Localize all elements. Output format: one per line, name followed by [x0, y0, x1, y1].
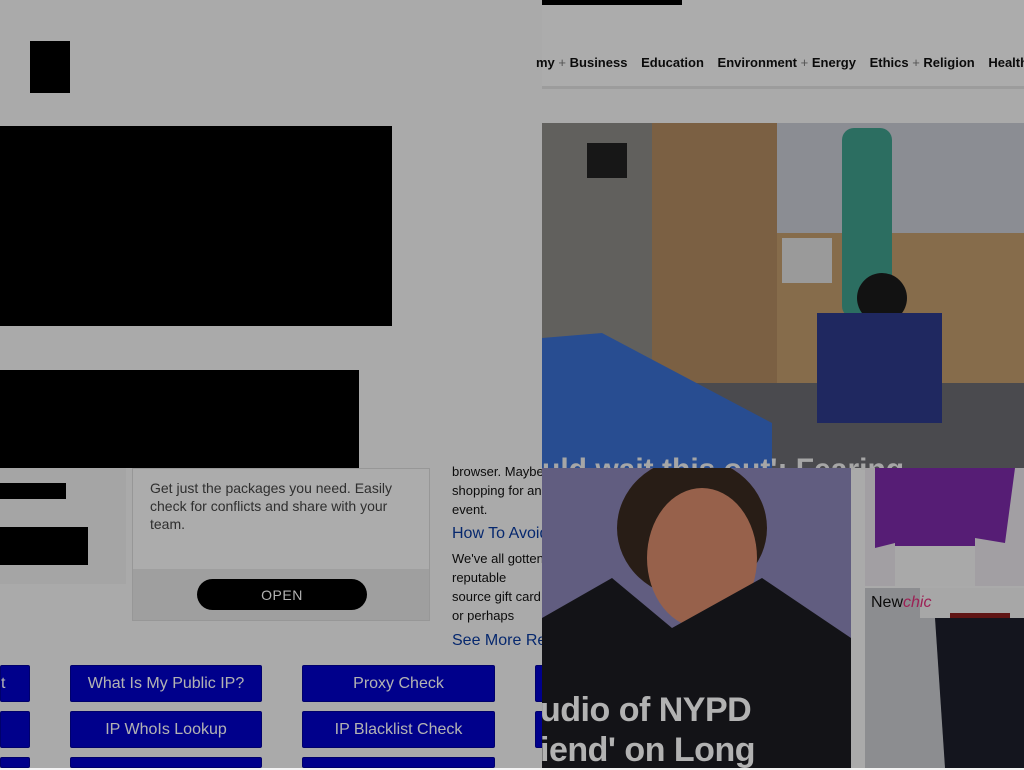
logo-block [30, 41, 70, 93]
top-accent-bar [542, 0, 682, 5]
article-snippet-body: We've all gotten reputable source gift c… [452, 551, 544, 623]
see-more-link[interactable]: See More Re [452, 631, 544, 650]
nav-item-economy-business[interactable]: my + Business [536, 55, 627, 70]
ad-product-bottom[interactable]: Newchic [865, 588, 1024, 768]
redacted-button[interactable] [0, 527, 88, 565]
nav-item-ethics-religion[interactable]: Ethics + Religion [870, 55, 975, 70]
tool-button-row3-c[interactable] [302, 757, 495, 768]
package-card-description: Get just the packages you need. Easily c… [150, 480, 393, 532]
tool-button-row3-a[interactable] [0, 757, 30, 768]
newchic-logo: Newchic [871, 594, 932, 611]
top-navigation: my + Business Education Environment + En… [536, 0, 1024, 89]
nav-menu: my + Business Education Environment + En… [536, 55, 1024, 70]
article-column: browser. Maybe shopping for an event. Ho… [452, 462, 544, 650]
tool-button-row3-b[interactable] [70, 757, 262, 768]
nav-item-health[interactable]: Health [988, 55, 1024, 70]
hero-image[interactable] [542, 123, 1024, 468]
open-button[interactable]: OPEN [197, 579, 367, 610]
jeans-image [865, 588, 1024, 768]
ad-product-top[interactable] [865, 468, 1024, 586]
ip-blacklist-check-button[interactable]: IP Blacklist Check [302, 711, 495, 748]
package-card: Get just the packages you need. Easily c… [132, 468, 430, 621]
redacted-text [0, 483, 66, 499]
proxy-check-button[interactable]: Proxy Check [302, 665, 495, 702]
ip-whois-lookup-button[interactable]: IP WhoIs Lookup [70, 711, 262, 748]
hero-headline[interactable]: uld wait this out': Fearing [542, 450, 1024, 470]
ad-placeholder-large [0, 126, 392, 326]
what-is-my-public-ip-button[interactable]: What Is My Public IP? [70, 665, 262, 702]
story-headline-line-2: iend' on Long [540, 731, 755, 769]
tool-button-partial[interactable]: t [0, 665, 30, 702]
side-panel [0, 468, 126, 584]
hospital-room-illustration [542, 123, 1024, 468]
nav-item-education[interactable]: Education [641, 55, 704, 70]
package-card-footer: OPEN [133, 569, 429, 620]
nav-item-environment-energy[interactable]: Environment + Energy [718, 55, 856, 70]
article-snippet-top: browser. Maybe shopping for an event. [452, 464, 544, 517]
story-headline[interactable]: udio of NYPD iend' on Long [540, 690, 860, 770]
story-headline-line-1: udio of NYPD [540, 691, 752, 729]
purple-blouse-image [865, 468, 1024, 586]
tool-button-partial-2[interactable] [0, 711, 30, 748]
ad-placeholder-medium [0, 370, 359, 468]
article-link[interactable]: How To Avoid [452, 524, 544, 543]
